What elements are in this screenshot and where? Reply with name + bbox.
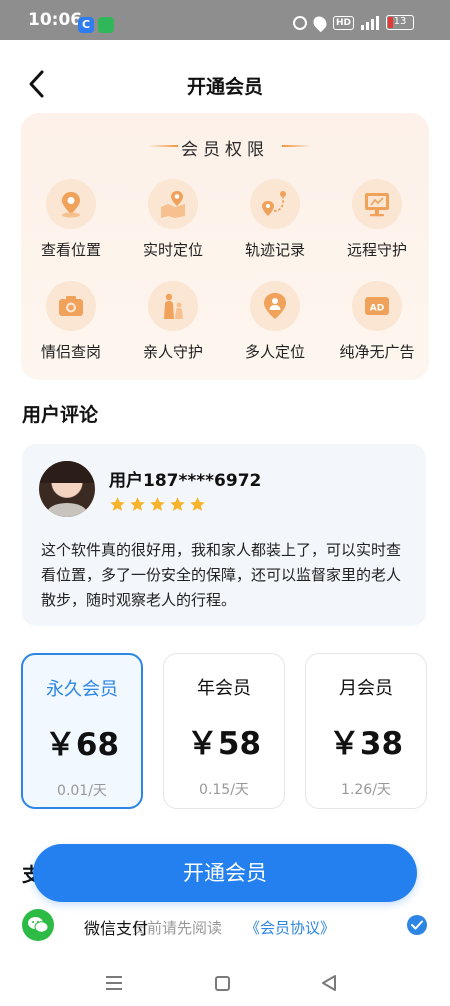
privilege-item-remote-guard: 远程守护 — [327, 179, 427, 260]
title-decoration-right — [282, 145, 312, 147]
checkmark-icon — [411, 920, 423, 930]
privilege-item-realtime-location: 实时定位 — [123, 179, 223, 260]
agreement-checkbox[interactable] — [407, 915, 427, 935]
membership-agreement-link[interactable]: 《会员协议》 — [245, 917, 335, 938]
status-indicators: HD 13 — [292, 13, 414, 32]
video-app-icon — [98, 17, 114, 33]
system-navigation-bar — [0, 960, 450, 1006]
rating-stars — [109, 496, 206, 513]
status-bar: 10:06 C HD 13 — [0, 0, 450, 40]
plan-name: 月会员 — [339, 678, 393, 699]
plan-card-lifetime[interactable]: 永久会员 ￥68 0.01/天 — [21, 653, 143, 809]
privilege-item-family-guard: 亲人守护 — [123, 281, 223, 362]
membership-privileges-card: 会员权限 查看位置 实时定位 轨迹记录 远程守护 情侣查岗 亲人守护 多人定位 … — [21, 113, 429, 380]
route-icon — [262, 191, 286, 216]
star-icon — [130, 497, 145, 511]
plan-card-yearly[interactable]: 年会员 ￥58 0.15/天 — [163, 653, 285, 809]
privilege-label: 查看位置 — [40, 241, 101, 259]
reviewer-name: 用户187****6972 — [109, 471, 262, 491]
review-card: 用户187****6972 这个软件真的很好用，我和家人都装上了，可以实时查 看… — [22, 444, 426, 626]
back-triangle-icon[interactable] — [320, 974, 338, 992]
battery-level: 13 — [393, 16, 407, 27]
privilege-label: 情侣查岗 — [40, 343, 101, 361]
avatar — [39, 461, 95, 517]
plan-name: 年会员 — [197, 678, 251, 699]
app-notification-icon: C — [78, 17, 94, 33]
ad-free-icon: AD — [365, 297, 389, 315]
privilege-label: 纯净无广告 — [339, 343, 415, 361]
star-icon — [190, 497, 205, 511]
battery-icon: 13 — [386, 15, 414, 30]
privileges-title: 会员权限 — [181, 140, 269, 160]
privilege-label: 实时定位 — [142, 241, 203, 259]
monitor-icon — [365, 193, 389, 217]
reviews-section-title: 用户评论 — [22, 404, 99, 426]
family-icon — [164, 293, 183, 319]
group-location-icon — [264, 293, 286, 319]
plan-name: 永久会员 — [46, 679, 118, 700]
plan-price: ￥68 — [44, 727, 120, 763]
location-status-icon — [310, 13, 330, 32]
camera-icon — [59, 296, 83, 316]
signal-icon — [361, 15, 379, 30]
open-membership-button[interactable]: 开通会员 — [33, 844, 417, 902]
star-icon — [110, 497, 125, 511]
map-location-icon — [161, 191, 185, 218]
home-icon[interactable] — [215, 976, 230, 991]
privilege-label: 亲人守护 — [142, 343, 203, 361]
menu-icon[interactable] — [106, 976, 122, 990]
plan-per-day: 0.15/天 — [199, 782, 249, 798]
privilege-label: 远程守护 — [346, 241, 407, 259]
privilege-item-ad-free: AD 纯净无广告 — [327, 281, 427, 362]
privilege-item-partner-check: 情侣查岗 — [21, 281, 121, 362]
status-time: 10:06 — [28, 10, 83, 30]
wechat-pay-label[interactable]: 微信支付 — [84, 915, 148, 939]
hd-icon: HD — [332, 15, 354, 30]
privilege-label: 多人定位 — [244, 343, 305, 361]
privilege-item-track-record: 轨迹记录 — [225, 179, 325, 260]
privilege-item-group-location: 多人定位 — [225, 281, 325, 362]
payment-agreement-row: 员前请先阅读 微信支付 《会员协议》 — [0, 904, 450, 948]
privilege-label: 轨迹记录 — [244, 241, 305, 259]
location-pin-icon — [62, 192, 80, 218]
plan-card-monthly[interactable]: 月会员 ￥38 1.26/天 — [305, 653, 427, 809]
plan-per-day: 1.26/天 — [341, 782, 391, 798]
plan-per-day: 0.01/天 — [57, 783, 107, 799]
svg-text:AD: AD — [370, 304, 384, 314]
wechat-pay-icon — [22, 909, 54, 941]
alarm-icon — [292, 15, 307, 30]
plan-price: ￥58 — [186, 726, 262, 762]
page-title: 开通会员 — [186, 76, 263, 98]
plan-price: ￥38 — [328, 726, 404, 762]
review-text: 这个软件真的很好用，我和家人都装上了，可以实时查 看位置，多了一份安全的保障，还… — [41, 541, 402, 609]
star-icon — [150, 497, 165, 511]
privilege-item-view-location: 查看位置 — [21, 179, 121, 260]
star-icon — [170, 497, 185, 511]
